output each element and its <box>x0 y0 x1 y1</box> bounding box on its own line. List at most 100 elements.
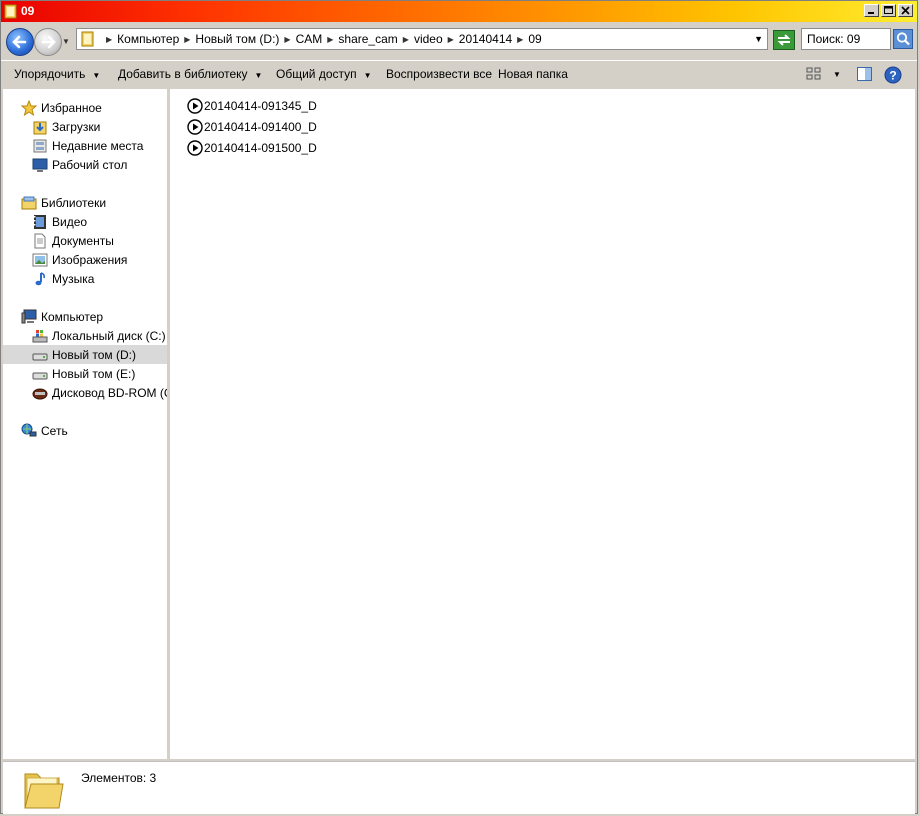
nav-documents[interactable]: Документы <box>32 231 114 250</box>
organize-label: Упорядочить <box>14 67 86 81</box>
address-row: ▼ ▶ Компьютер ▶ Новый том (D:) ▶ CAM ▶ s… <box>1 22 917 60</box>
folder-icon <box>81 31 94 47</box>
nav-recent[interactable]: Недавние места <box>32 136 143 155</box>
nav-video-label: Видео <box>52 214 88 229</box>
breadcrumb-video[interactable]: video <box>414 32 443 46</box>
breadcrumb-separator[interactable]: ▶ <box>403 35 409 44</box>
hard-drive-icon <box>32 372 48 379</box>
file-name: 20140414-091345_D <box>204 98 317 113</box>
help-icon[interactable]: ? <box>884 66 902 84</box>
nav-music-label: Музыка <box>52 271 95 286</box>
documents-library-icon <box>34 233 46 248</box>
window-title: 09 <box>21 4 35 18</box>
organize-button[interactable]: Упорядочить ▼ <box>14 67 100 81</box>
video-file-icon <box>187 118 203 135</box>
details-pane: Элементов: 3 <box>3 761 915 814</box>
nav-network[interactable]: Сеть <box>21 421 68 440</box>
nav-desktop[interactable]: Рабочий стол <box>32 155 127 174</box>
view-options-icon[interactable] <box>805 66 823 82</box>
breadcrumb-date[interactable]: 20140414 <box>459 32 512 46</box>
share-button[interactable]: Общий доступ ▼ <box>276 67 372 81</box>
nav-drive-g[interactable]: Дисковод BD-ROM (G:) <box>32 383 181 402</box>
preview-pane-icon[interactable] <box>856 66 874 82</box>
computer-icon <box>21 309 37 323</box>
breadcrumb-share-cam[interactable]: share_cam <box>338 32 397 46</box>
minimize-button[interactable] <box>864 4 879 17</box>
libraries-icon <box>21 196 37 209</box>
recent-places-icon <box>33 139 47 152</box>
desktop-icon <box>32 158 48 172</box>
file-item[interactable]: 20140414-091345_D <box>187 96 317 115</box>
video-library-icon <box>34 214 46 229</box>
file-list: 20140414-091345_D 20140414-091400_D 2014… <box>170 89 915 759</box>
chevron-down-icon: ▼ <box>254 71 263 80</box>
forward-button[interactable] <box>34 28 62 56</box>
nav-documents-label: Документы <box>52 233 114 248</box>
svg-text:?: ? <box>889 69 896 83</box>
nav-drive-d[interactable]: Новый том (D:) <box>3 345 167 364</box>
search-icon <box>896 32 910 46</box>
address-history-dropdown[interactable]: ▼ <box>754 34 763 44</box>
file-item[interactable]: 20140414-091500_D <box>187 138 317 157</box>
new-folder-button[interactable]: Новая папка <box>498 67 568 81</box>
recent-pages-dropdown[interactable]: ▼ <box>62 37 70 46</box>
music-library-icon <box>35 271 45 285</box>
refresh-button[interactable] <box>773 30 795 50</box>
breadcrumb-separator[interactable]: ▶ <box>106 35 112 44</box>
nav-images[interactable]: Изображения <box>32 250 127 269</box>
nav-libraries[interactable]: Библиотеки <box>21 193 106 212</box>
breadcrumb-cam[interactable]: CAM <box>296 32 323 46</box>
file-item[interactable]: 20140414-091400_D <box>187 117 317 136</box>
nav-downloads[interactable]: Загрузки <box>32 117 100 136</box>
nav-libraries-label: Библиотеки <box>41 195 107 210</box>
nav-drive-c[interactable]: Локальный диск (C:) <box>32 326 166 345</box>
nav-desktop-label: Рабочий стол <box>52 157 128 172</box>
folder-large-icon <box>24 773 64 809</box>
address-bar[interactable]: ▶ Компьютер ▶ Новый том (D:) ▶ CAM ▶ sha… <box>76 28 768 50</box>
system-drive-icon <box>32 329 48 342</box>
item-count: Элементов: 3 <box>81 771 157 785</box>
breadcrumb-separator[interactable]: ▶ <box>284 35 290 44</box>
nav-computer-label: Компьютер <box>41 309 104 324</box>
nav-drive-e-label: Новый том (E:) <box>52 366 136 381</box>
navigation-pane: Избранное Загрузки Недавние места Рабочи… <box>3 89 181 759</box>
nav-network-label: Сеть <box>41 423 68 438</box>
nav-favorites[interactable]: Избранное <box>21 98 102 117</box>
play-all-button[interactable]: Воспроизвести все <box>386 67 492 81</box>
close-button[interactable] <box>898 4 913 17</box>
breadcrumb-computer[interactable]: Компьютер <box>117 32 179 46</box>
file-name: 20140414-091400_D <box>204 119 317 134</box>
file-name: 20140414-091500_D <box>204 140 317 155</box>
nav-drive-e[interactable]: Новый том (E:) <box>32 364 135 383</box>
nav-recent-label: Недавние места <box>52 138 144 153</box>
breadcrumb-drive-d[interactable]: Новый том (D:) <box>195 32 279 46</box>
breadcrumb-separator[interactable]: ▶ <box>448 35 454 44</box>
nav-downloads-label: Загрузки <box>52 119 101 134</box>
downloads-folder-icon <box>33 121 47 134</box>
minimize-icon <box>868 12 874 14</box>
nav-drive-g-label: Дисковод BD-ROM (G:) <box>52 385 181 400</box>
video-file-icon <box>187 97 203 114</box>
star-icon <box>21 99 37 116</box>
close-icon <box>901 6 910 15</box>
add-to-library-button[interactable]: Добавить в библиотеку ▼ <box>118 67 262 81</box>
nav-computer[interactable]: Компьютер <box>21 307 103 326</box>
breadcrumb-separator[interactable]: ▶ <box>327 35 333 44</box>
nav-drive-d-label: Новый том (D:) <box>52 347 136 362</box>
command-bar: Упорядочить ▼ Добавить в библиотеку ▼ Общи… <box>1 60 917 89</box>
folder-icon <box>4 4 17 19</box>
breadcrumb-separator[interactable]: ▶ <box>184 35 190 44</box>
back-button[interactable] <box>6 28 34 56</box>
search-input[interactable]: Поиск: 09 <box>801 28 891 50</box>
nav-music[interactable]: Музыка <box>32 269 94 288</box>
breadcrumb-current[interactable]: 09 <box>528 32 541 46</box>
maximize-button[interactable] <box>881 4 896 17</box>
view-dropdown-arrow[interactable]: ▼ <box>833 70 841 79</box>
breadcrumb-separator[interactable]: ▶ <box>517 35 523 44</box>
maximize-icon <box>884 6 893 14</box>
add-to-library-label: Добавить в библиотеку <box>118 67 248 81</box>
nav-video[interactable]: Видео <box>32 212 87 231</box>
optical-drive-icon <box>32 388 48 399</box>
title-bar[interactable]: 09 <box>1 1 917 22</box>
search-button[interactable] <box>893 29 913 49</box>
